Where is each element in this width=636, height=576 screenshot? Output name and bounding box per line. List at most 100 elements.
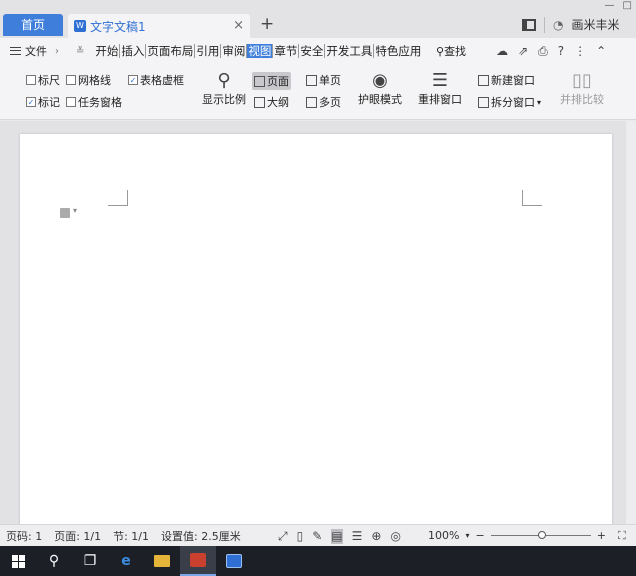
eye-protection-button[interactable]: ◉ 护眼模式: [358, 70, 402, 107]
arrange-windows-label: 重排窗口: [418, 93, 462, 106]
wps-app-icon: [190, 553, 206, 567]
checkbox-icon: [66, 97, 76, 107]
task-view-icon: ❐: [83, 553, 97, 569]
wps-writer-icon: [226, 554, 242, 568]
checkbox-checked-icon: ✓: [26, 97, 36, 107]
eye-view-icon[interactable]: ◎: [390, 529, 400, 544]
task-pane-checkbox[interactable]: 任务窗格: [66, 94, 122, 110]
zoom-button[interactable]: ⚲ 显示比例: [202, 70, 246, 107]
tab-view[interactable]: 视图: [247, 44, 274, 58]
file-menu[interactable]: 文件 ›: [0, 43, 76, 59]
print-icon[interactable]: ⎙: [538, 44, 548, 59]
page-count[interactable]: 页面: 1/1: [54, 528, 101, 544]
reading-icon[interactable]: ▯: [297, 529, 304, 544]
zoom-level[interactable]: 100%: [428, 529, 459, 542]
edge-button[interactable]: e: [108, 546, 144, 576]
windows-taskbar: ⚲ ❐ e: [0, 546, 636, 576]
avatar-icon[interactable]: ◔: [553, 18, 563, 32]
tab-security[interactable]: 安全: [299, 44, 326, 58]
margin-corner-top-right: [522, 190, 542, 206]
search-taskbar-button[interactable]: ⚲: [36, 546, 72, 576]
task-view-button[interactable]: ❐: [72, 546, 108, 576]
tab-page-layout[interactable]: 页面布局: [146, 44, 196, 58]
outline-icon: [254, 96, 265, 108]
minimize-icon[interactable]: —: [605, 0, 615, 11]
document-tab[interactable]: W 文字文稿1 ×: [68, 14, 250, 38]
share-icon[interactable]: ⇗: [518, 44, 528, 58]
setting-value[interactable]: 设置值: 2.5厘米: [161, 528, 241, 544]
status-bar: 页码: 1 页面: 1/1 节: 1/1 设置值: 2.5厘米 ⤢ ▯ ✎ ▤ …: [0, 524, 636, 546]
cloud-icon[interactable]: ☁: [496, 44, 508, 58]
chevron-down-icon[interactable]: ▾: [73, 206, 77, 215]
tab-chapter[interactable]: 章节: [273, 44, 300, 58]
document-canvas[interactable]: ▾: [0, 121, 636, 526]
gridlines-label: 网格线: [78, 74, 111, 87]
vertical-scrollbar[interactable]: [626, 121, 636, 524]
outline-button[interactable]: 大纲: [254, 94, 289, 110]
checkbox-icon: [66, 75, 76, 85]
zoom-out-icon[interactable]: −: [475, 529, 484, 542]
file-explorer-button[interactable]: [144, 546, 180, 576]
table-gridlines-checkbox[interactable]: ✓ 表格虚框: [128, 72, 184, 88]
multi-page-icon: [306, 96, 317, 108]
write-icon[interactable]: ✎: [312, 529, 322, 544]
more-icon[interactable]: ⋮: [574, 44, 586, 58]
tab-home[interactable]: 开始: [94, 44, 121, 58]
single-page-button[interactable]: 单页: [306, 72, 341, 88]
view-mode-icons: ⤢ ▯ ✎ ▤ ☰ ⊕ ◎: [278, 529, 401, 544]
page-number[interactable]: 页码: 1: [6, 528, 42, 544]
gridlines-checkbox[interactable]: 网格线: [66, 72, 111, 88]
maximize-icon[interactable]: □: [623, 0, 632, 11]
section-count[interactable]: 节: 1/1: [113, 528, 149, 544]
user-name[interactable]: 画米丰米: [571, 16, 619, 33]
titlebar-right: ◔ 画米丰米: [522, 16, 620, 33]
side-by-side-button[interactable]: ▯▯ 并排比较: [560, 70, 604, 107]
search-label: 查找: [444, 45, 467, 58]
zoom-slider[interactable]: [490, 531, 591, 539]
collapse-ribbon-icon[interactable]: ⌃: [596, 44, 606, 58]
ruler-checkbox[interactable]: 标尺: [26, 72, 60, 88]
help-icon[interactable]: ?: [558, 44, 564, 58]
tab-references[interactable]: 引用: [195, 44, 222, 58]
zoom-in-icon[interactable]: +: [597, 529, 606, 542]
split-window-button[interactable]: 拆分窗口 ▾: [478, 94, 541, 110]
print-layout-button[interactable]: 页面: [252, 72, 291, 90]
menu-bar: 文件 › ≚ 开始 插入 页面布局 引用 审阅 视图 章节 安全 开发工具 特色…: [0, 38, 636, 64]
folder-icon: [154, 555, 170, 567]
document-page[interactable]: ▾: [20, 134, 612, 526]
home-tab[interactable]: 首页: [3, 14, 63, 36]
search-button[interactable]: ⚲查找: [436, 43, 466, 59]
tab-developer[interactable]: 开发工具: [325, 44, 375, 58]
window-layout-icon[interactable]: [522, 18, 536, 31]
new-window-button[interactable]: 新建窗口: [478, 72, 535, 88]
zoom-label: 显示比例: [202, 93, 246, 106]
search-icon: ⚲: [436, 45, 445, 58]
zoom-dropdown-icon[interactable]: ▾: [465, 531, 469, 540]
arrange-windows-icon: ☰: [431, 70, 449, 91]
wps-writer-button[interactable]: [216, 546, 252, 576]
close-tab-icon[interactable]: ×: [233, 18, 244, 33]
paste-options-icon[interactable]: [60, 208, 70, 218]
new-tab-button[interactable]: +: [260, 14, 274, 34]
wps-app-button[interactable]: [180, 546, 216, 576]
tab-review[interactable]: 审阅: [221, 44, 248, 58]
arrange-windows-button[interactable]: ☰ 重排窗口: [418, 70, 462, 107]
marks-checkbox[interactable]: ✓ 标记: [26, 94, 60, 110]
page-icon: [254, 75, 265, 87]
zoom-icon: ⚲: [217, 70, 231, 91]
zoom-slider-knob[interactable]: [537, 531, 546, 539]
web-view-icon[interactable]: ⊕: [371, 529, 381, 544]
zoom-control: 100% ▾ − +: [428, 529, 606, 542]
chevron-down-icon[interactable]: ≚: [76, 46, 84, 57]
status-info: 页码: 1 页面: 1/1 节: 1/1 设置值: 2.5厘米: [0, 528, 241, 544]
page-view-icon[interactable]: ▤: [331, 529, 343, 544]
multi-page-button[interactable]: 多页: [306, 94, 341, 110]
fit-window-icon[interactable]: ⛶: [618, 529, 626, 543]
start-button[interactable]: [0, 546, 36, 576]
fullscreen-icon[interactable]: ⤢: [278, 529, 288, 544]
checkbox-icon: [26, 75, 36, 85]
tab-special-apps[interactable]: 特色应用: [374, 44, 422, 58]
outline-view-icon[interactable]: ☰: [352, 529, 363, 544]
table-gridlines-label: 表格虚框: [140, 74, 184, 87]
tab-insert[interactable]: 插入: [120, 44, 147, 58]
